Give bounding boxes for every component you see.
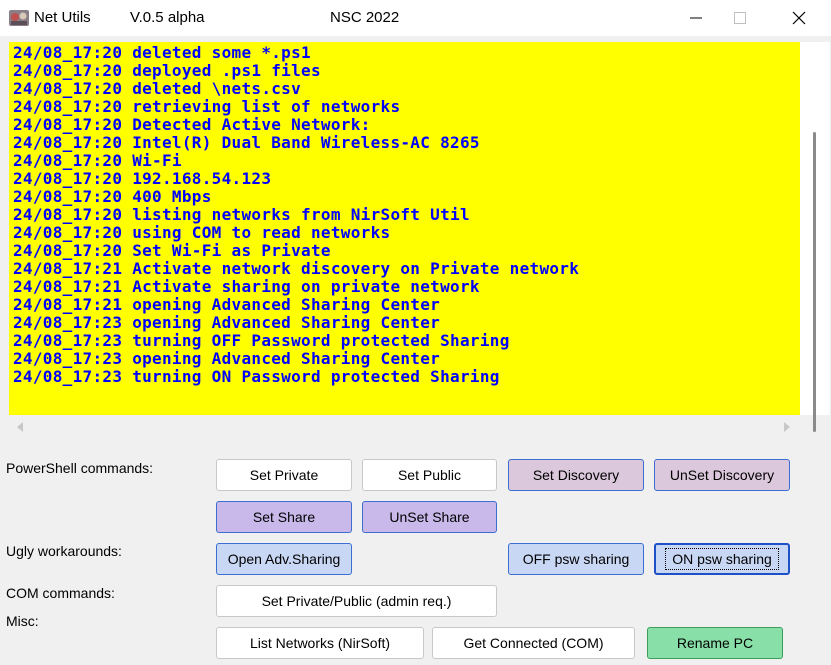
log-line: 24/08_17:20 deleted some *.ps1 bbox=[13, 43, 311, 62]
log-line: 24/08_17:20 192.168.54.123 bbox=[13, 169, 272, 188]
unset-discovery-button[interactable]: UnSet Discovery bbox=[654, 459, 790, 491]
powershell-commands-label: PowerShell commands: bbox=[6, 460, 154, 476]
set-private-button[interactable]: Set Private bbox=[216, 459, 352, 491]
off-psw-sharing-button[interactable]: OFF psw sharing bbox=[508, 543, 644, 575]
log-line: 24/08_17:21 opening Advanced Sharing Cen… bbox=[13, 295, 441, 314]
app-name: Net Utils bbox=[34, 9, 91, 26]
vertical-scroll-thumb[interactable] bbox=[813, 132, 816, 432]
log-line: 24/08_17:23 turning ON Password protecte… bbox=[13, 367, 500, 386]
app-version: V.0.5 alpha bbox=[130, 9, 205, 26]
log-line: 24/08_17:21 Activate network discovery o… bbox=[13, 259, 580, 278]
log-line: 24/08_17:20 deleted \nets.csv bbox=[13, 79, 302, 98]
app-icon[interactable] bbox=[8, 7, 30, 29]
log-line: 24/08_17:23 opening Advanced Sharing Cen… bbox=[13, 313, 441, 332]
minimize-icon bbox=[690, 17, 702, 19]
log-line: 24/08_17:20 Set Wi-Fi as Private bbox=[13, 241, 331, 260]
log-line: 24/08_17:21 Activate sharing on private … bbox=[13, 277, 480, 296]
log-line: 24/08_17:20 deployed .ps1 files bbox=[13, 61, 321, 80]
maximize-button[interactable] bbox=[717, 0, 763, 36]
log-line: 24/08_17:20 Detected Active Network: bbox=[13, 115, 371, 134]
log-line: 24/08_17:20 Wi-Fi bbox=[13, 151, 182, 170]
misc-label: Misc: bbox=[6, 613, 39, 629]
on-psw-sharing-button[interactable]: ON psw sharing bbox=[654, 543, 790, 575]
com-commands-label: COM commands: bbox=[6, 585, 115, 601]
ugly-workarounds-label: Ugly workarounds: bbox=[6, 543, 122, 559]
log-output[interactable]: 24/08_17:20 deleted some *.ps1 24/08_17:2… bbox=[9, 42, 800, 415]
horizontal-scrollbar[interactable] bbox=[9, 415, 800, 439]
close-icon bbox=[792, 11, 806, 25]
log-line: 24/08_17:20 400 Mbps bbox=[13, 187, 212, 206]
on-psw-sharing-label: ON psw sharing bbox=[665, 548, 779, 570]
event-label: NSC 2022 bbox=[330, 9, 400, 26]
close-button[interactable] bbox=[776, 0, 822, 36]
scroll-right-icon[interactable] bbox=[784, 422, 790, 432]
title-bar[interactable]: Net Utils V.0.5 alpha NSC 2022 bbox=[0, 0, 831, 36]
scroll-left-icon[interactable] bbox=[17, 422, 23, 432]
log-line: 24/08_17:20 Intel(R) Dual Band Wireless-… bbox=[13, 133, 480, 152]
set-private-public-admin-button[interactable]: Set Private/Public (admin req.) bbox=[216, 585, 497, 617]
rename-pc-button[interactable]: Rename PC bbox=[647, 627, 783, 659]
minimize-button[interactable] bbox=[673, 0, 719, 36]
list-networks-button[interactable]: List Networks (NirSoft) bbox=[216, 627, 424, 659]
set-public-button[interactable]: Set Public bbox=[362, 459, 497, 491]
maximize-icon bbox=[734, 12, 746, 24]
log-line: 24/08_17:20 listing networks from NirSof… bbox=[13, 205, 470, 224]
open-adv-sharing-button[interactable]: Open Adv.Sharing bbox=[216, 543, 352, 575]
log-line: 24/08_17:23 opening Advanced Sharing Cen… bbox=[13, 349, 441, 368]
set-share-button[interactable]: Set Share bbox=[216, 501, 352, 533]
vertical-scrollbar[interactable] bbox=[800, 42, 830, 432]
log-line: 24/08_17:20 retrieving list of networks bbox=[13, 97, 401, 116]
set-discovery-button[interactable]: Set Discovery bbox=[508, 459, 644, 491]
log-line: 24/08_17:20 using COM to read networks bbox=[13, 223, 391, 242]
log-line: 24/08_17:23 turning OFF Password protect… bbox=[13, 331, 510, 350]
unset-share-button[interactable]: UnSet Share bbox=[362, 501, 497, 533]
get-connected-button[interactable]: Get Connected (COM) bbox=[432, 627, 635, 659]
